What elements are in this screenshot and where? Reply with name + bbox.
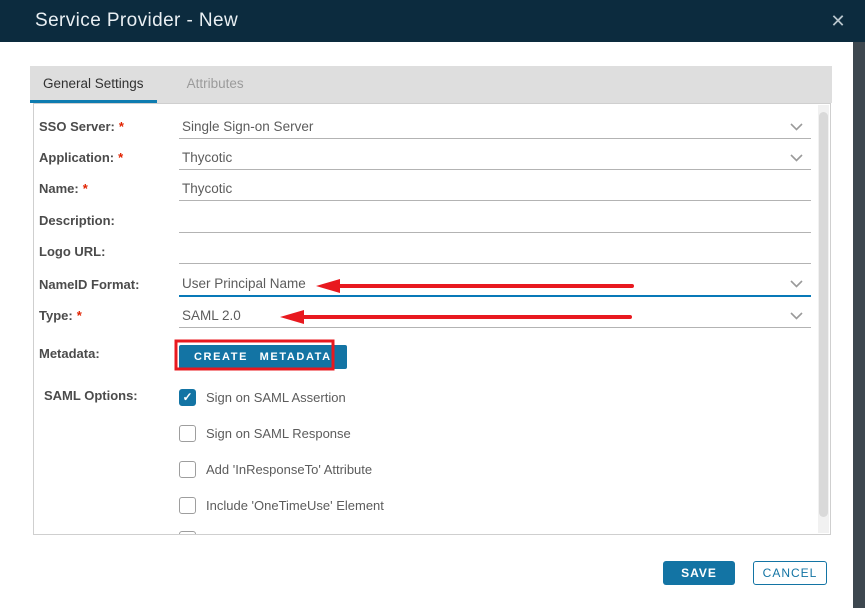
application-label: Application:: [39, 150, 115, 165]
logo-url-input[interactable]: [179, 236, 811, 264]
field-row-application: Application: * Thycotic: [39, 142, 811, 170]
application-select[interactable]: Thycotic: [179, 142, 811, 170]
field-row-sso-server: SSO Server: * Single Sign-on Server: [39, 111, 811, 139]
field-row-description: Description:: [39, 205, 811, 233]
type-select[interactable]: SAML 2.0: [179, 300, 811, 328]
field-row-nameid-format: NameID Format: User Principal Name: [39, 269, 811, 297]
required-asterisk: *: [118, 119, 124, 134]
nameid-format-label: NameID Format:: [39, 277, 140, 292]
sso-server-select[interactable]: Single Sign-on Server: [179, 111, 811, 139]
save-button[interactable]: SAVE: [663, 561, 735, 585]
chevron-down-icon: [790, 312, 803, 320]
add-inresponseto-label: Add 'InResponseTo' Attribute: [206, 461, 373, 477]
checkbox-row-clipped: [179, 530, 196, 534]
required-asterisk: *: [82, 181, 88, 196]
checkbox-row-sign-response: Sign on SAML Response: [179, 424, 351, 442]
required-asterisk: *: [76, 308, 82, 323]
name-input[interactable]: Thycotic: [179, 173, 811, 201]
sign-saml-response-checkbox[interactable]: [179, 424, 196, 442]
checkbox-row-sign-assertion: ✓ Sign on SAML Assertion: [179, 388, 346, 406]
type-label: Type:: [39, 308, 73, 323]
clipped-checkbox[interactable]: [179, 530, 196, 534]
chevron-down-icon: [790, 280, 803, 288]
include-onetimeuse-label: Include 'OneTimeUse' Element: [206, 497, 384, 513]
dialog-title: Service Provider - New: [35, 10, 239, 31]
application-value: Thycotic: [182, 150, 233, 165]
saml-options-label: SAML Options:: [44, 388, 138, 403]
nameid-format-select[interactable]: User Principal Name: [179, 269, 811, 297]
field-row-type: Type: * SAML 2.0: [39, 300, 811, 328]
chevron-down-icon: [790, 123, 803, 131]
service-provider-dialog: Service Provider - New ✕ General Setting…: [0, 0, 865, 608]
checkbox-row-onetimeuse: Include 'OneTimeUse' Element: [179, 496, 384, 514]
sso-server-value: Single Sign-on Server: [182, 119, 314, 134]
required-asterisk: *: [118, 150, 124, 165]
scrollbar-thumb[interactable]: [819, 112, 828, 517]
metadata-label: Metadata:: [39, 346, 100, 361]
dialog-header: Service Provider - New ✕: [0, 0, 865, 42]
field-row-metadata: Metadata: CREATE METADATA: [39, 342, 347, 372]
nameid-format-value: User Principal Name: [182, 276, 306, 291]
create-metadata-button[interactable]: CREATE METADATA: [179, 345, 347, 369]
tab-general-settings[interactable]: General Settings: [30, 76, 157, 103]
logo-url-label: Logo URL:: [39, 244, 106, 259]
sign-saml-assertion-checkbox[interactable]: ✓: [179, 388, 196, 406]
add-inresponseto-checkbox[interactable]: [179, 460, 196, 478]
cancel-button[interactable]: CANCEL: [753, 561, 827, 585]
sign-saml-response-label: Sign on SAML Response: [206, 425, 351, 441]
include-onetimeuse-checkbox[interactable]: [179, 496, 196, 514]
name-value: Thycotic: [182, 181, 233, 196]
field-row-logo-url: Logo URL:: [39, 236, 811, 264]
type-value: SAML 2.0: [182, 308, 241, 323]
tab-attributes[interactable]: Attributes: [174, 76, 257, 103]
description-label: Description:: [39, 213, 115, 228]
sign-saml-assertion-label: Sign on SAML Assertion: [206, 389, 346, 405]
background-page-strip: [853, 42, 865, 608]
description-input[interactable]: [179, 205, 811, 233]
sso-server-label: SSO Server:: [39, 119, 115, 134]
panel-scrollbar[interactable]: [818, 105, 829, 533]
close-icon[interactable]: ✕: [825, 8, 851, 34]
tab-bar: General Settings Attributes: [30, 66, 832, 103]
general-settings-panel: SSO Server: * Single Sign-on Server Appli…: [33, 103, 831, 535]
checkbox-row-inresponseto: Add 'InResponseTo' Attribute: [179, 460, 372, 478]
field-row-name: Name: * Thycotic: [39, 173, 811, 201]
check-icon: ✓: [182, 390, 193, 404]
chevron-down-icon: [790, 154, 803, 162]
name-label: Name:: [39, 181, 79, 196]
